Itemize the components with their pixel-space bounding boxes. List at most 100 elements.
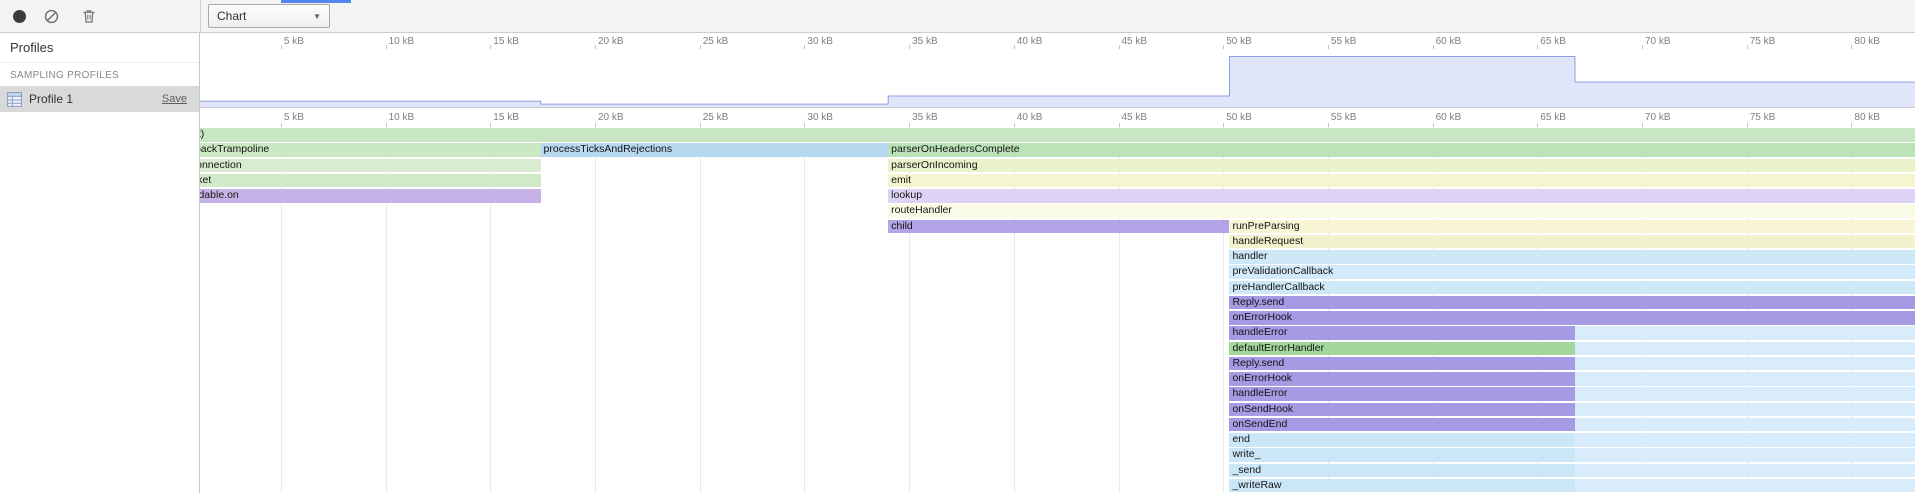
flame-bar[interactable]: _writeRaw <box>1229 479 1575 493</box>
ruler-tick-label: 50 kB <box>1223 36 1252 47</box>
flame-bar[interactable]: defaultErrorHandler <box>1229 342 1575 356</box>
save-profile-link[interactable]: Save <box>162 93 187 105</box>
flame-bar-unlabeled[interactable] <box>1575 387 1915 401</box>
flame-bar[interactable]: runPreParsing <box>1229 220 1915 234</box>
flame-bar-unlabeled[interactable] <box>1575 326 1915 340</box>
ruler-tick-label: 35 kB <box>909 36 938 47</box>
ruler-tick-label: 80 kB <box>1851 112 1880 123</box>
ruler-tick-label: 55 kB <box>1328 112 1357 123</box>
ruler-top: 5 kB10 kB15 kB20 kB25 kB30 kB35 kB40 kB4… <box>200 33 1915 49</box>
flame-bar-unlabeled[interactable] <box>1575 433 1915 447</box>
tab-indicator <box>281 0 351 3</box>
clear-profiles-button[interactable] <box>38 3 64 29</box>
ruler-tick-label: 55 kB <box>1328 36 1357 47</box>
ruler-tick-label: 25 kB <box>700 112 729 123</box>
ruler-tick-label: 40 kB <box>1014 112 1043 123</box>
flame-bar[interactable]: preValidationCallback <box>1229 265 1915 279</box>
ruler-tick-label: 80 kB <box>1851 36 1880 47</box>
sidebar-title: Profiles <box>0 33 199 63</box>
gridline <box>595 127 596 493</box>
flame-bar-unlabeled[interactable] <box>1575 342 1915 356</box>
record-icon <box>13 10 26 23</box>
view-mode-value: Chart <box>217 9 246 23</box>
toolbar: Chart ▼ <box>0 0 1915 33</box>
flame-bar[interactable]: Socket <box>200 174 541 188</box>
flame-bar-unlabeled[interactable] <box>1575 448 1915 462</box>
flame-bar[interactable]: end <box>1229 433 1575 447</box>
flame-bar[interactable]: onSendHook <box>1229 403 1575 417</box>
flame-bar[interactable]: child <box>888 220 1229 234</box>
toolbar-separator <box>200 0 201 32</box>
flame-bar[interactable]: callbackTrampoline <box>200 143 541 157</box>
flame-bar[interactable]: onErrorHook <box>1229 372 1575 386</box>
profile-item-profile-1[interactable]: Profile 1 Save <box>0 86 199 112</box>
ruler-tick-label: 70 kB <box>1642 36 1671 47</box>
profile-icon <box>6 91 23 108</box>
flame-bar[interactable]: parserOnHeadersComplete <box>888 143 1915 157</box>
flame-bar-unlabeled[interactable] <box>1575 403 1915 417</box>
record-button[interactable] <box>6 3 32 29</box>
flame-bar-unlabeled[interactable] <box>1575 372 1915 386</box>
chevron-down-icon: ▼ <box>313 12 321 21</box>
flame-bar-unlabeled[interactable] <box>1575 418 1915 432</box>
flame-bar[interactable]: _send <box>1229 464 1575 478</box>
ruler-tick-label: 50 kB <box>1223 112 1252 123</box>
delete-profile-button[interactable] <box>76 3 102 29</box>
flame-bar[interactable]: handleError <box>1229 326 1575 340</box>
gridline <box>804 127 805 493</box>
ruler-tick-label: 40 kB <box>1014 36 1043 47</box>
ruler-tick-label: 65 kB <box>1537 36 1566 47</box>
sampling-profiles-header: SAMPLING PROFILES <box>0 63 199 86</box>
ruler-tick-label: 60 kB <box>1433 36 1462 47</box>
ruler-tick-label: 10 kB <box>386 112 415 123</box>
flame-bar[interactable]: Reply.send <box>1229 357 1575 371</box>
flame-bar[interactable]: parserOnIncoming <box>888 159 1915 173</box>
ruler-tick-label: 15 kB <box>490 112 519 123</box>
ruler-tick-label: 70 kB <box>1642 112 1671 123</box>
profile-name: Profile 1 <box>29 92 162 106</box>
ruler-tick-label: 30 kB <box>804 112 833 123</box>
main-panel: 5 kB 10 kB 15 kB 20 kB 25 kB 30 kB 35 kB 40 kB 4… <box>200 33 1915 493</box>
gridline <box>700 127 701 493</box>
sidebar: Profiles SAMPLING PROFILES Profile 1 Sav… <box>0 33 200 493</box>
flame-bar[interactable]: onSendEnd <box>1229 418 1575 432</box>
view-mode-select[interactable]: Chart ▼ <box>208 4 330 28</box>
ruler-bottom: 5 kB 10 kB 15 kB 20 kB 25 kB 30 kB 35 kB 40 kB 4… <box>200 108 1915 127</box>
ruler-tick-label: 5 kB <box>281 112 304 123</box>
flame-bar-unlabeled[interactable] <box>1575 357 1915 371</box>
flame-bar[interactable]: (root) <box>200 128 1915 142</box>
overview-area-chart <box>200 49 1915 107</box>
flame-bar[interactable]: lookup <box>888 189 1915 203</box>
ruler-tick-label: 60 kB <box>1433 112 1462 123</box>
flame-bar[interactable]: onErrorHook <box>1229 311 1915 325</box>
flame-bar[interactable]: preHandlerCallback <box>1229 281 1915 295</box>
flame-bar[interactable]: Reply.send <box>1229 296 1915 310</box>
flame-bar[interactable]: handleError <box>1229 387 1575 401</box>
flame-bar-unlabeled[interactable] <box>1575 464 1915 478</box>
flame-bar[interactable]: emit <box>888 174 1915 188</box>
trash-icon <box>81 8 97 24</box>
ruler-tick-label: 5 kB <box>281 36 304 47</box>
ruler-tick-label: 75 kB <box>1747 36 1776 47</box>
clear-icon <box>43 8 60 25</box>
flame-bar[interactable]: routeHandler <box>888 204 1915 218</box>
ruler-tick-label: 10 kB <box>386 36 415 47</box>
flame-bar[interactable]: onconnection <box>200 159 541 173</box>
ruler-tick-label: 20 kB <box>595 112 624 123</box>
ruler-tick-label: 45 kB <box>1119 112 1148 123</box>
flame-bar[interactable]: Readable.on <box>200 189 541 203</box>
ruler-tick-label: 75 kB <box>1747 112 1776 123</box>
ruler-tick-label: 25 kB <box>700 36 729 47</box>
ruler-tick-label: 20 kB <box>595 36 624 47</box>
flame-bar[interactable]: processTicksAndRejections <box>541 143 889 157</box>
ruler-tick-label: 15 kB <box>490 36 519 47</box>
flame-chart[interactable]: (root)callbackTrampolineprocessTicksAndR… <box>200 127 1915 493</box>
ruler-tick-label: 65 kB <box>1537 112 1566 123</box>
ruler-tick-label: 35 kB <box>909 112 938 123</box>
flame-bar[interactable]: write_ <box>1229 448 1575 462</box>
flame-bar[interactable]: handleRequest <box>1229 235 1915 249</box>
ruler-tick-label: 45 kB <box>1119 36 1148 47</box>
flame-bar[interactable]: handler <box>1229 250 1915 264</box>
memory-overview[interactable] <box>200 49 1915 108</box>
flame-bar-unlabeled[interactable] <box>1575 479 1915 493</box>
